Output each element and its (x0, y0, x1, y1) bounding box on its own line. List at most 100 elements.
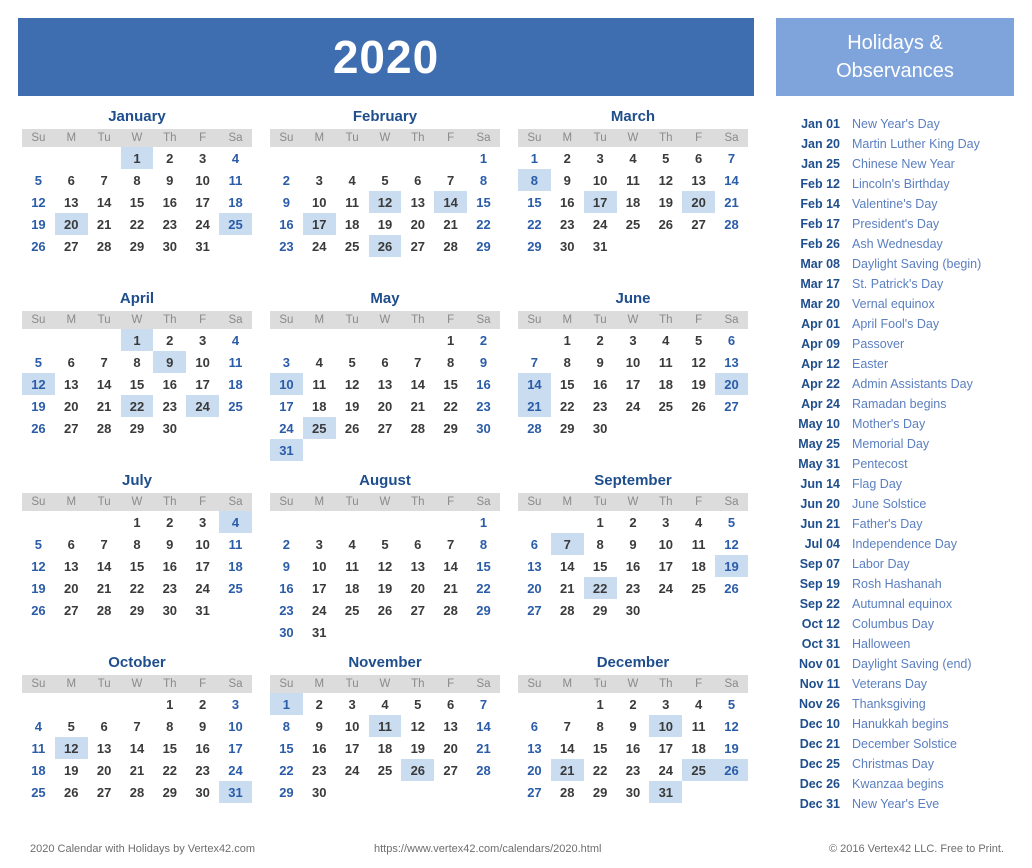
day-cell[interactable]: 31 (270, 439, 303, 461)
day-cell[interactable]: 21 (550, 759, 584, 781)
day-cell[interactable]: 14 (551, 555, 584, 577)
day-cell[interactable]: 21 (88, 213, 121, 235)
day-cell[interactable]: 14 (715, 169, 748, 191)
day-cell[interactable]: 7 (550, 533, 584, 555)
day-cell[interactable]: 19 (649, 191, 682, 213)
day-cell[interactable]: 26 (369, 599, 402, 621)
day-cell[interactable]: 20 (54, 213, 88, 235)
day-cell[interactable]: 20 (518, 759, 551, 781)
day-cell[interactable]: 3 (649, 693, 682, 715)
footer-url[interactable]: https://www.vertex42.com/calendars/2020.… (374, 842, 601, 856)
day-cell[interactable]: 18 (649, 373, 682, 395)
day-cell[interactable]: 2 (617, 511, 650, 533)
day-cell[interactable]: 8 (584, 715, 617, 737)
day-cell[interactable]: 27 (55, 599, 88, 621)
day-cell[interactable]: 22 (120, 395, 154, 417)
day-cell[interactable]: 5 (715, 511, 748, 533)
day-cell[interactable]: 10 (617, 351, 650, 373)
day-cell[interactable]: 8 (518, 169, 551, 191)
day-cell[interactable]: 20 (401, 577, 434, 599)
day-cell[interactable]: 1 (518, 147, 551, 169)
day-cell[interactable]: 16 (153, 555, 186, 577)
day-cell[interactable]: 11 (303, 373, 336, 395)
day-cell[interactable]: 2 (153, 147, 186, 169)
day-cell[interactable]: 30 (186, 781, 219, 803)
day-cell[interactable]: 21 (434, 213, 467, 235)
day-cell[interactable]: 4 (649, 329, 682, 351)
day-cell[interactable]: 3 (219, 693, 252, 715)
day-cell[interactable]: 8 (121, 169, 154, 191)
day-cell[interactable]: 1 (270, 693, 303, 715)
day-cell[interactable]: 13 (434, 715, 467, 737)
day-cell[interactable]: 5 (401, 693, 434, 715)
day-cell[interactable]: 9 (186, 715, 219, 737)
day-cell[interactable]: 16 (617, 555, 650, 577)
day-cell[interactable]: 19 (22, 213, 55, 235)
day-cell[interactable]: 20 (88, 759, 121, 781)
day-cell[interactable]: 14 (518, 373, 551, 395)
day-cell[interactable]: 15 (584, 555, 617, 577)
day-cell[interactable]: 16 (467, 373, 500, 395)
day-cell[interactable]: 4 (336, 169, 369, 191)
day-cell[interactable]: 29 (584, 599, 617, 621)
day-cell[interactable]: 10 (649, 533, 682, 555)
day-cell[interactable]: 2 (617, 693, 650, 715)
day-cell[interactable]: 2 (303, 693, 336, 715)
day-cell[interactable]: 23 (153, 213, 186, 235)
day-cell[interactable]: 1 (434, 329, 467, 351)
day-cell[interactable]: 15 (153, 737, 186, 759)
day-cell[interactable]: 11 (22, 737, 55, 759)
day-cell[interactable]: 8 (434, 351, 467, 373)
day-cell[interactable]: 3 (649, 511, 682, 533)
day-cell[interactable]: 10 (649, 715, 683, 737)
day-cell[interactable]: 28 (121, 781, 154, 803)
day-cell[interactable]: 2 (153, 511, 186, 533)
day-cell[interactable]: 25 (302, 417, 336, 439)
day-cell[interactable]: 5 (649, 147, 682, 169)
day-cell[interactable]: 30 (584, 417, 617, 439)
day-cell[interactable]: 6 (88, 715, 121, 737)
day-cell[interactable]: 21 (121, 759, 154, 781)
day-cell[interactable]: 27 (715, 395, 748, 417)
day-cell[interactable]: 25 (219, 577, 252, 599)
day-cell[interactable]: 30 (270, 621, 303, 643)
day-cell[interactable]: 13 (55, 373, 88, 395)
day-cell[interactable]: 21 (88, 395, 121, 417)
day-cell[interactable]: 7 (434, 169, 467, 191)
day-cell[interactable]: 21 (551, 577, 584, 599)
day-cell[interactable]: 17 (303, 577, 336, 599)
day-cell[interactable]: 10 (186, 533, 219, 555)
day-cell[interactable]: 17 (186, 373, 219, 395)
day-cell[interactable]: 27 (401, 599, 434, 621)
day-cell[interactable]: 23 (467, 395, 500, 417)
day-cell[interactable]: 29 (121, 235, 154, 257)
day-cell[interactable]: 7 (121, 715, 154, 737)
day-cell[interactable]: 28 (401, 417, 434, 439)
day-cell[interactable]: 24 (649, 759, 682, 781)
day-cell[interactable]: 3 (617, 329, 650, 351)
day-cell[interactable]: 18 (682, 737, 715, 759)
day-cell[interactable]: 6 (55, 169, 88, 191)
day-cell[interactable]: 20 (55, 577, 88, 599)
day-cell[interactable]: 6 (518, 533, 551, 555)
day-cell[interactable]: 4 (336, 533, 369, 555)
day-cell[interactable]: 3 (303, 533, 336, 555)
day-cell[interactable]: 31 (186, 599, 219, 621)
day-cell[interactable]: 26 (22, 599, 55, 621)
day-cell[interactable]: 8 (153, 715, 186, 737)
day-cell[interactable]: 21 (467, 737, 500, 759)
day-cell[interactable]: 6 (518, 715, 551, 737)
day-cell[interactable]: 15 (121, 373, 154, 395)
day-cell[interactable]: 2 (584, 329, 617, 351)
day-cell[interactable]: 26 (22, 417, 55, 439)
day-cell[interactable]: 14 (434, 555, 467, 577)
day-cell[interactable]: 17 (219, 737, 252, 759)
day-cell[interactable]: 23 (617, 759, 650, 781)
day-cell[interactable]: 5 (22, 351, 55, 373)
day-cell[interactable]: 8 (551, 351, 584, 373)
day-cell[interactable]: 2 (186, 693, 219, 715)
day-cell[interactable]: 8 (467, 533, 500, 555)
day-cell[interactable]: 5 (22, 169, 55, 191)
day-cell[interactable]: 26 (682, 395, 715, 417)
day-cell[interactable]: 23 (153, 395, 186, 417)
